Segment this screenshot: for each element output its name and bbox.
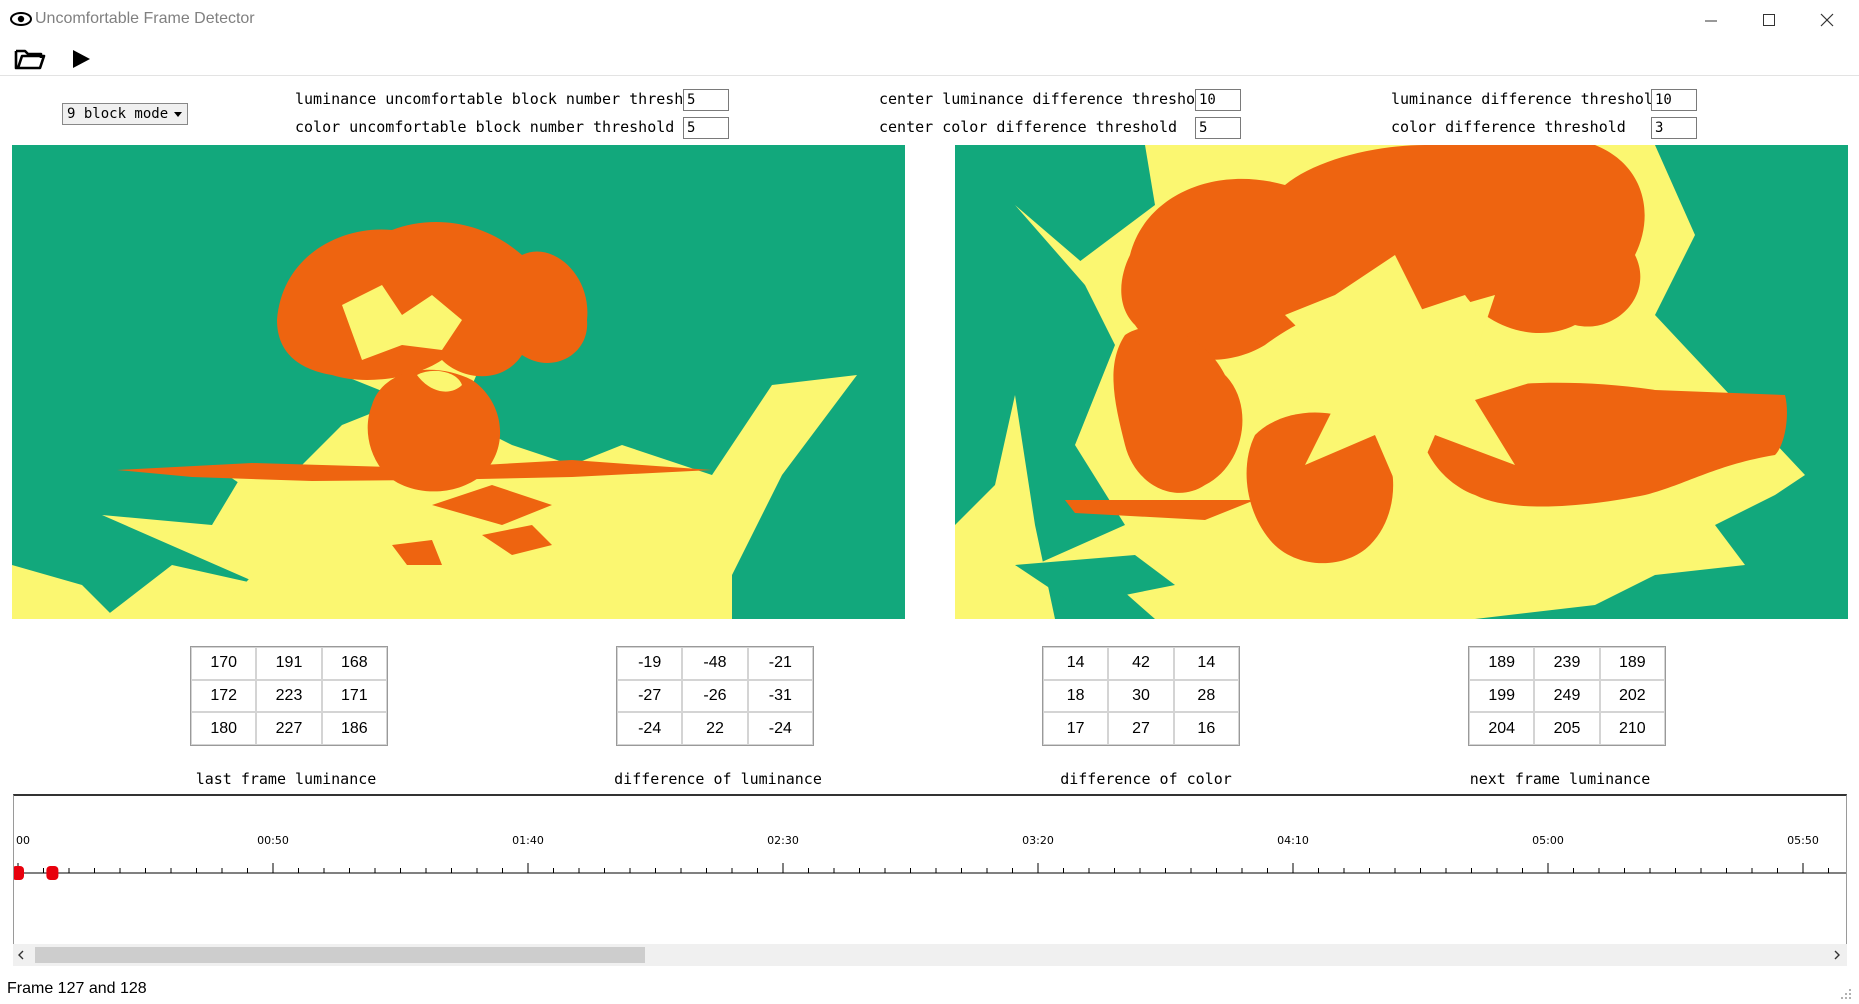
close-icon: [1820, 13, 1834, 27]
grid-cell: 172: [191, 679, 257, 713]
dropdown-arrow-icon: [174, 112, 182, 117]
grid-cell: 22: [682, 712, 748, 745]
grid-cell: -19: [617, 647, 683, 680]
toolbar: [0, 40, 1859, 76]
grid-cell: -31: [747, 679, 813, 713]
title-bar: Uncomfortable Frame Detector: [0, 0, 1859, 40]
luminance-block-threshold-label: luminance uncomfortable block number thr…: [295, 90, 711, 108]
last-frame-image: [12, 145, 905, 619]
grid-cell: 16: [1173, 712, 1239, 745]
next-frame-luminance-caption: next frame luminance: [1469, 770, 1651, 788]
last-frame-luminance-caption: last frame luminance: [195, 770, 377, 788]
luminance-block-threshold-input[interactable]: 5: [683, 89, 729, 111]
grid-cell: 14: [1043, 647, 1109, 680]
next-frame-luminance-grid: 189 239 189 199 249 202 204 205 210: [1468, 646, 1666, 746]
timeline-tick-label: 00:50: [257, 834, 289, 847]
grid-cell: 191: [256, 647, 322, 680]
timeline-ruler: 00 00:50 01:40 02:30 03:20 04:10 05:00 05:50: [14, 834, 1846, 880]
grid-cell: 180: [191, 712, 257, 745]
color-difference-threshold-label: color difference threshold: [1391, 118, 1626, 136]
timeline-tick-label: 01:40: [512, 834, 544, 847]
center-color-threshold-label: center color difference threshold: [879, 118, 1178, 136]
window-title: Uncomfortable Frame Detector: [35, 10, 255, 27]
grid-cell: 239: [1534, 647, 1600, 680]
grid-cell: 14: [1173, 647, 1239, 680]
luminance-difference-threshold-input[interactable]: 10: [1651, 89, 1697, 111]
difference-of-color-grid: 14 42 14 18 30 28 17 27 16: [1042, 646, 1240, 746]
grid-cell: 168: [321, 647, 387, 680]
center-luminance-threshold-input[interactable]: 10: [1195, 89, 1241, 111]
grid-cell: 189: [1469, 647, 1535, 680]
grid-cell: 27: [1108, 712, 1174, 745]
scroll-left-icon[interactable]: [17, 950, 25, 960]
timeline-tick-label: 05:50: [1787, 834, 1819, 847]
grid-cell: -21: [747, 647, 813, 680]
block-mode-value: 9 block mode: [67, 106, 169, 122]
grid-cell: 204: [1469, 712, 1535, 745]
block-mode-select[interactable]: 9 block mode: [62, 103, 188, 125]
grid-cell: 17: [1043, 712, 1109, 745]
grid-cell: -48: [682, 647, 748, 680]
grid-cell: 18: [1043, 679, 1109, 713]
maximize-icon: [1763, 14, 1775, 26]
timeline-tick-label: 03:20: [1022, 834, 1054, 847]
difference-of-color-caption: difference of color: [1060, 770, 1232, 788]
play-icon: [73, 50, 90, 68]
scroll-right-icon[interactable]: [1833, 950, 1841, 960]
timeline-tick-label: 04:10: [1277, 834, 1309, 847]
color-difference-threshold-input[interactable]: 3: [1651, 117, 1697, 139]
next-frame-image: [955, 145, 1848, 619]
timeline-scrollbar[interactable]: [13, 944, 1847, 966]
difference-of-luminance-caption: difference of luminance: [614, 770, 822, 788]
minimize-button[interactable]: [1682, 0, 1740, 40]
grid-cell: 249: [1534, 679, 1600, 713]
explosion-image-right: [955, 145, 1848, 619]
explosion-image-left: [12, 145, 905, 619]
center-luminance-threshold-label: center luminance difference threshold: [879, 90, 1214, 108]
grid-cell: 30: [1108, 679, 1174, 713]
color-block-threshold-label: color uncomfortable block number thresho…: [295, 118, 675, 136]
grid-cell: -24: [747, 712, 813, 745]
uncomfortable-frame-marker[interactable]: [14, 866, 24, 880]
grid-cell: 223: [256, 679, 322, 713]
grid-cell: 186: [321, 712, 387, 745]
grid-cell: 28: [1173, 679, 1239, 713]
grid-cell: 189: [1599, 647, 1665, 680]
grid-cell: 205: [1534, 712, 1600, 745]
folder-open-icon: [14, 49, 46, 70]
grid-cell: 227: [256, 712, 322, 745]
grid-cell: 170: [191, 647, 257, 680]
timeline-tick-label: 05:00: [1532, 834, 1564, 847]
grid-cell: -24: [617, 712, 683, 745]
status-text: Frame 127 and 128: [7, 980, 147, 997]
grid-cell: 202: [1599, 679, 1665, 713]
color-block-threshold-input[interactable]: 5: [683, 117, 729, 139]
grid-cell: 210: [1599, 712, 1665, 745]
play-button[interactable]: [64, 44, 98, 74]
last-frame-luminance-grid: 170 191 168 172 223 171 180 227 186: [190, 646, 388, 746]
scrollbar-thumb[interactable]: [35, 947, 645, 963]
grid-cell: 171: [321, 679, 387, 713]
timeline-tick-label: 00: [16, 834, 30, 847]
uncomfortable-frame-marker[interactable]: [46, 866, 59, 880]
eye-icon: [10, 12, 32, 26]
close-button[interactable]: [1798, 0, 1856, 40]
grid-cell: -27: [617, 679, 683, 713]
luminance-difference-threshold-label: luminance difference threshold: [1391, 90, 1662, 108]
resize-grip-icon[interactable]: [1838, 986, 1852, 1000]
open-file-button[interactable]: [13, 44, 47, 74]
timeline[interactable]: 00 00:50 01:40 02:30 03:20 04:10 05:00 05:50: [13, 794, 1847, 966]
grid-cell: 42: [1108, 647, 1174, 680]
grid-cell: -26: [682, 679, 748, 713]
minimize-icon: [1705, 20, 1717, 22]
difference-of-luminance-grid: -19 -48 -21 -27 -26 -31 -24 22 -24: [616, 646, 814, 746]
grid-cell: 199: [1469, 679, 1535, 713]
maximize-button[interactable]: [1740, 0, 1798, 40]
timeline-tick-label: 02:30: [767, 834, 799, 847]
center-color-threshold-input[interactable]: 5: [1195, 117, 1241, 139]
